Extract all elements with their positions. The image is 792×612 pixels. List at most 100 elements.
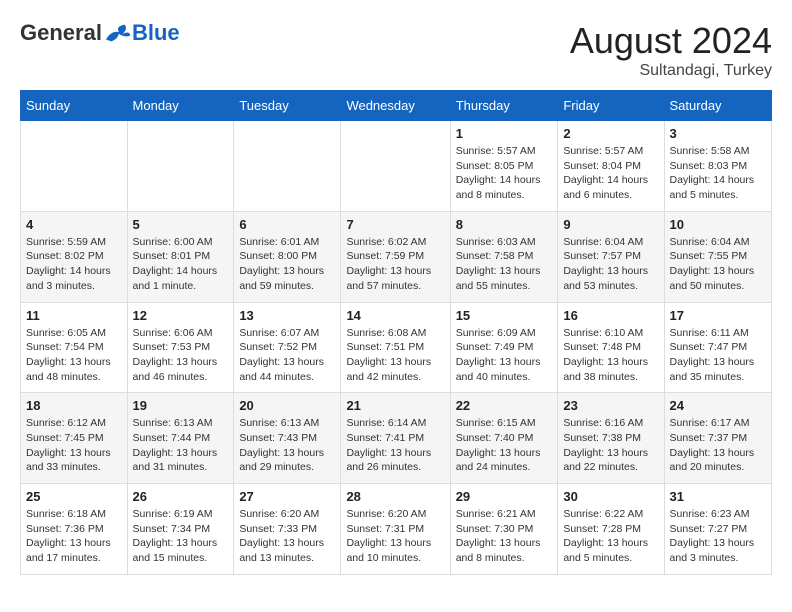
day-number: 9 — [563, 217, 658, 232]
day-number: 25 — [26, 489, 122, 504]
calendar-cell: 31Sunrise: 6:23 AM Sunset: 7:27 PM Dayli… — [664, 484, 771, 575]
day-number: 27 — [239, 489, 335, 504]
week-row-4: 18 Sunrise: 6:12 AM Sunset: 7:45 PM Dayli… — [21, 393, 772, 484]
day-number: 2 — [563, 126, 658, 141]
day-info: Sunrise: 6:21 AM Sunset: 7:30 PM Dayligh… — [456, 507, 553, 566]
title-block: August 2024 Sultandagi, Turkey — [570, 20, 772, 80]
calendar-cell: 18 Sunrise: 6:12 AM Sunset: 7:45 PM Dayli… — [21, 393, 128, 484]
calendar-cell: 8 Sunrise: 6:03 AM Sunset: 7:58 PM Daylig… — [450, 211, 558, 302]
calendar-table: SundayMondayTuesdayWednesdayThursdayFrid… — [20, 90, 772, 575]
calendar-cell: 24 Sunrise: 6:17 AM Sunset: 7:37 PM Dayli… — [664, 393, 771, 484]
logo-general-text: General — [20, 20, 102, 46]
calendar-cell: 6Sunrise: 6:01 AM Sunset: 8:00 PM Daylig… — [234, 211, 341, 302]
day-number: 8 — [456, 217, 553, 232]
day-info: Sunrise: 6:08 AM Sunset: 7:51 PM Dayligh… — [346, 326, 444, 385]
day-info: Sunrise: 6:14 AM Sunset: 7:41 PM Dayligh… — [346, 416, 444, 475]
calendar-cell: 16Sunrise: 6:10 AM Sunset: 7:48 PM Dayli… — [558, 302, 664, 393]
month-title: August 2024 — [570, 20, 772, 62]
day-number: 21 — [346, 398, 444, 413]
week-row-1: 1Sunrise: 5:57 AM Sunset: 8:05 PM Daylig… — [21, 121, 772, 212]
day-info: Sunrise: 5:57 AM Sunset: 8:04 PM Dayligh… — [563, 144, 658, 203]
location-subtitle: Sultandagi, Turkey — [570, 62, 772, 80]
day-number: 1 — [456, 126, 553, 141]
header-thursday: Thursday — [450, 91, 558, 121]
day-number: 7 — [346, 217, 444, 232]
day-info: Sunrise: 6:20 AM Sunset: 7:31 PM Dayligh… — [346, 507, 444, 566]
day-number: 22 — [456, 398, 553, 413]
header-friday: Friday — [558, 91, 664, 121]
logo-bird-icon — [104, 22, 132, 44]
day-number: 11 — [26, 308, 122, 323]
logo: General Blue — [20, 20, 180, 46]
header-tuesday: Tuesday — [234, 91, 341, 121]
day-info: Sunrise: 6:05 AM Sunset: 7:54 PM Dayligh… — [26, 326, 122, 385]
day-info: Sunrise: 6:20 AM Sunset: 7:33 PM Dayligh… — [239, 507, 335, 566]
calendar-cell: 28Sunrise: 6:20 AM Sunset: 7:31 PM Dayli… — [341, 484, 450, 575]
day-number: 26 — [133, 489, 229, 504]
day-number: 3 — [670, 126, 766, 141]
calendar-cell: 14 Sunrise: 6:08 AM Sunset: 7:51 PM Dayli… — [341, 302, 450, 393]
calendar-cell: 10 Sunrise: 6:04 AM Sunset: 7:55 PM Dayli… — [664, 211, 771, 302]
page-header: General Blue August 2024 Sultandagi, Tur… — [20, 20, 772, 80]
day-number: 18 — [26, 398, 122, 413]
day-info: Sunrise: 6:00 AM Sunset: 8:01 PM Dayligh… — [133, 235, 229, 294]
day-info: Sunrise: 6:06 AM Sunset: 7:53 PM Dayligh… — [133, 326, 229, 385]
calendar-cell: 21 Sunrise: 6:14 AM Sunset: 7:41 PM Dayli… — [341, 393, 450, 484]
day-info: Sunrise: 6:03 AM Sunset: 7:58 PM Dayligh… — [456, 235, 553, 294]
day-info: Sunrise: 6:12 AM Sunset: 7:45 PM Dayligh… — [26, 416, 122, 475]
day-info: Sunrise: 6:13 AM Sunset: 7:44 PM Dayligh… — [133, 416, 229, 475]
calendar-cell: 26 Sunrise: 6:19 AM Sunset: 7:34 PM Dayli… — [127, 484, 234, 575]
calendar-cell: 25 Sunrise: 6:18 AM Sunset: 7:36 PM Dayli… — [21, 484, 128, 575]
day-number: 10 — [670, 217, 766, 232]
day-info: Sunrise: 5:58 AM Sunset: 8:03 PM Dayligh… — [670, 144, 766, 203]
day-info: Sunrise: 5:59 AM Sunset: 8:02 PM Dayligh… — [26, 235, 122, 294]
calendar-cell: 17Sunrise: 6:11 AM Sunset: 7:47 PM Dayli… — [664, 302, 771, 393]
day-info: Sunrise: 6:17 AM Sunset: 7:37 PM Dayligh… — [670, 416, 766, 475]
calendar-cell — [234, 121, 341, 212]
calendar-cell: 27 Sunrise: 6:20 AM Sunset: 7:33 PM Dayli… — [234, 484, 341, 575]
day-number: 4 — [26, 217, 122, 232]
day-info: Sunrise: 6:04 AM Sunset: 7:55 PM Dayligh… — [670, 235, 766, 294]
day-number: 17 — [670, 308, 766, 323]
day-number: 5 — [133, 217, 229, 232]
day-info: Sunrise: 6:13 AM Sunset: 7:43 PM Dayligh… — [239, 416, 335, 475]
day-info: Sunrise: 6:15 AM Sunset: 7:40 PM Dayligh… — [456, 416, 553, 475]
header-monday: Monday — [127, 91, 234, 121]
day-number: 29 — [456, 489, 553, 504]
calendar-cell: 2 Sunrise: 5:57 AM Sunset: 8:04 PM Daylig… — [558, 121, 664, 212]
day-info: Sunrise: 6:04 AM Sunset: 7:57 PM Dayligh… — [563, 235, 658, 294]
day-info: Sunrise: 6:07 AM Sunset: 7:52 PM Dayligh… — [239, 326, 335, 385]
day-number: 6 — [239, 217, 335, 232]
calendar-cell: 5 Sunrise: 6:00 AM Sunset: 8:01 PM Daylig… — [127, 211, 234, 302]
week-row-5: 25 Sunrise: 6:18 AM Sunset: 7:36 PM Dayli… — [21, 484, 772, 575]
calendar-cell — [21, 121, 128, 212]
calendar-cell — [127, 121, 234, 212]
logo-blue-text: Blue — [132, 20, 180, 46]
day-info: Sunrise: 6:10 AM Sunset: 7:48 PM Dayligh… — [563, 326, 658, 385]
day-number: 24 — [670, 398, 766, 413]
calendar-cell: 3 Sunrise: 5:58 AM Sunset: 8:03 PM Daylig… — [664, 121, 771, 212]
day-number: 13 — [239, 308, 335, 323]
header-sunday: Sunday — [21, 91, 128, 121]
day-number: 30 — [563, 489, 658, 504]
week-row-3: 11 Sunrise: 6:05 AM Sunset: 7:54 PM Dayli… — [21, 302, 772, 393]
day-info: Sunrise: 6:19 AM Sunset: 7:34 PM Dayligh… — [133, 507, 229, 566]
calendar-cell: 15Sunrise: 6:09 AM Sunset: 7:49 PM Dayli… — [450, 302, 558, 393]
calendar-cell: 11 Sunrise: 6:05 AM Sunset: 7:54 PM Dayli… — [21, 302, 128, 393]
calendar-header-row: SundayMondayTuesdayWednesdayThursdayFrid… — [21, 91, 772, 121]
day-info: Sunrise: 6:18 AM Sunset: 7:36 PM Dayligh… — [26, 507, 122, 566]
day-number: 23 — [563, 398, 658, 413]
day-info: Sunrise: 6:23 AM Sunset: 7:27 PM Dayligh… — [670, 507, 766, 566]
calendar-cell: 7Sunrise: 6:02 AM Sunset: 7:59 PM Daylig… — [341, 211, 450, 302]
day-number: 19 — [133, 398, 229, 413]
week-row-2: 4 Sunrise: 5:59 AM Sunset: 8:02 PM Daylig… — [21, 211, 772, 302]
header-saturday: Saturday — [664, 91, 771, 121]
day-info: Sunrise: 6:16 AM Sunset: 7:38 PM Dayligh… — [563, 416, 658, 475]
day-number: 15 — [456, 308, 553, 323]
day-number: 14 — [346, 308, 444, 323]
calendar-cell: 9 Sunrise: 6:04 AM Sunset: 7:57 PM Daylig… — [558, 211, 664, 302]
calendar-cell: 22 Sunrise: 6:15 AM Sunset: 7:40 PM Dayli… — [450, 393, 558, 484]
day-number: 20 — [239, 398, 335, 413]
day-number: 12 — [133, 308, 229, 323]
header-wednesday: Wednesday — [341, 91, 450, 121]
